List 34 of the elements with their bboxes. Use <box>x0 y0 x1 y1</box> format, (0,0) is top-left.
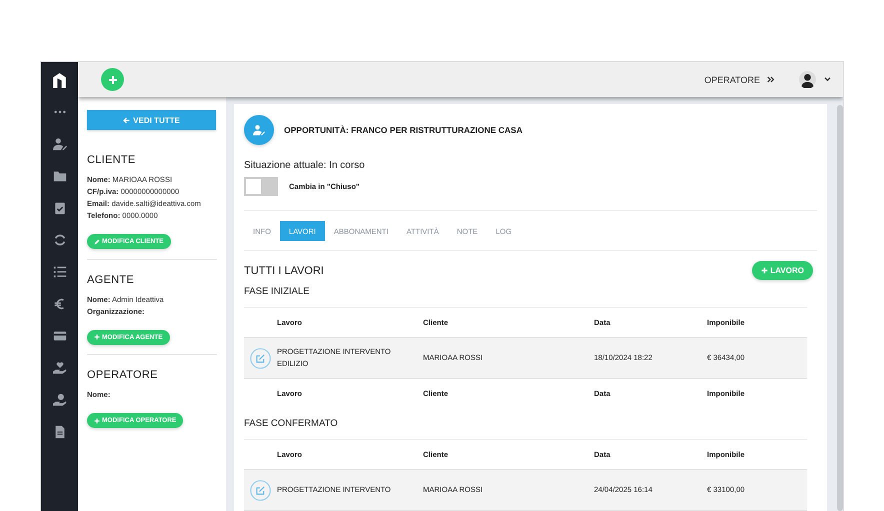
refresh-icon[interactable] <box>52 233 66 247</box>
hand-heart-icon[interactable] <box>52 361 66 375</box>
caret-icon[interactable] <box>824 77 831 82</box>
back-button[interactable]: VEDI TUTTE <box>87 110 216 130</box>
scrollbar[interactable] <box>837 105 843 511</box>
house-logo-icon[interactable] <box>51 72 68 89</box>
arrow-left-icon <box>123 116 130 124</box>
user-avatar-icon[interactable] <box>799 71 816 88</box>
pencil-icon <box>94 238 100 244</box>
section-title: TUTTI I LAVORI <box>244 264 324 276</box>
credit-card-icon[interactable] <box>52 329 66 343</box>
phase-title: FASE INIZIALE <box>244 286 310 297</box>
double-chevron-icon[interactable] <box>767 76 775 83</box>
euro-icon[interactable] <box>52 297 66 311</box>
user-edit-icon <box>253 124 265 136</box>
clipboard-check-icon[interactable] <box>52 201 66 215</box>
user-edit-icon[interactable] <box>52 137 66 151</box>
role-label[interactable]: OPERATORE <box>704 74 760 84</box>
section-heading: OPERATORE <box>87 369 159 381</box>
list-icon[interactable] <box>52 265 66 279</box>
toggle-switch[interactable] <box>244 177 278 196</box>
plus-icon <box>94 418 100 424</box>
plus-icon <box>761 267 768 274</box>
plus-icon <box>94 334 100 340</box>
page-title: OPPORTUNITÀ: FRANCO PER RISTRUTTURAZIONE CASA <box>284 125 522 135</box>
status-text: Situazione attuale: In corso <box>244 160 366 171</box>
document-icon[interactable] <box>52 425 66 439</box>
section-heading: AGENTE <box>87 274 136 286</box>
plus-icon <box>108 74 118 84</box>
hand-coin-icon[interactable] <box>52 393 66 407</box>
section-heading: CLIENTE <box>87 154 137 166</box>
add-work-button[interactable]: LAVORO <box>752 261 813 280</box>
folder-icon[interactable] <box>52 169 66 183</box>
phase-title: FASE CONFERMATO <box>244 418 339 429</box>
